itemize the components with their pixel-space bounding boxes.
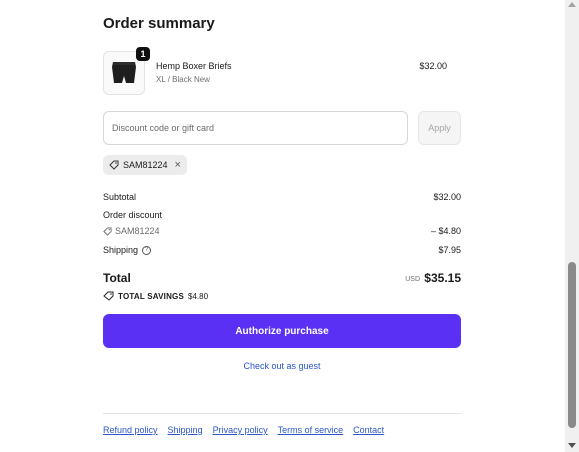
help-icon[interactable]: ? xyxy=(142,245,152,255)
vertical-scrollbar[interactable] xyxy=(565,0,579,452)
subtotal-value: $32.00 xyxy=(433,192,461,202)
contact-link[interactable]: Contact xyxy=(353,425,384,435)
order-summary-title: Order summary xyxy=(103,15,215,32)
privacy-policy-link[interactable]: Privacy policy xyxy=(213,425,268,435)
scroll-up-arrow-icon[interactable] xyxy=(568,2,576,7)
checkout-page: Order summary 1 Hemp Boxer Briefs XL / B… xyxy=(0,0,565,452)
discount-code-label: SAM81224 xyxy=(115,226,160,236)
scroll-down-arrow-icon[interactable] xyxy=(568,443,576,448)
order-discount-row: Order discount xyxy=(103,210,461,220)
apply-button[interactable]: Apply xyxy=(418,111,461,145)
tag-icon xyxy=(103,291,114,301)
product-variant: XL / Black New xyxy=(156,75,210,84)
total-value: $35.15 xyxy=(424,271,461,285)
shipping-link[interactable]: Shipping xyxy=(168,425,203,435)
shipping-value: $7.95 xyxy=(438,245,461,255)
total-savings-value: $4.80 xyxy=(188,291,209,301)
total-row: Total USD $35.15 xyxy=(103,271,461,289)
applied-discount-chip: SAM81224 × xyxy=(103,155,187,175)
applied-discount-code: SAM81224 xyxy=(123,160,168,170)
order-discount-label: Order discount xyxy=(103,210,163,220)
shipping-row: Shipping ? $7.95 xyxy=(103,245,461,255)
discount-value: – $4.80 xyxy=(430,226,461,236)
authorize-purchase-button[interactable]: Authorize purchase xyxy=(103,314,461,348)
footer-links: Refund policy Shipping Privacy policy Te… xyxy=(103,425,384,435)
check-out-as-guest-link[interactable]: Check out as guest xyxy=(103,361,461,371)
shipping-label: Shipping xyxy=(103,245,139,255)
subtotal-label: Subtotal xyxy=(103,192,137,202)
scrollbar-thumb[interactable] xyxy=(568,262,576,428)
tag-icon xyxy=(103,226,112,236)
product-price: $32.00 xyxy=(419,61,447,71)
quantity-badge: 1 xyxy=(136,47,150,61)
refund-policy-link[interactable]: Refund policy xyxy=(103,425,158,435)
discount-code-row: SAM81224 – $4.80 xyxy=(103,226,461,236)
total-savings: TOTAL SAVINGS $4.80 xyxy=(103,291,208,301)
subtotal-row: Subtotal $32.00 xyxy=(103,192,461,202)
tag-icon xyxy=(109,160,119,170)
total-savings-label: TOTAL SAVINGS xyxy=(118,291,185,301)
total-label: Total xyxy=(103,271,131,285)
product-name: Hemp Boxer Briefs xyxy=(156,61,232,71)
currency-code: USD xyxy=(405,276,420,283)
discount-code-input[interactable] xyxy=(103,111,408,145)
close-icon[interactable]: × xyxy=(175,159,181,171)
footer-divider xyxy=(103,413,461,414)
terms-of-service-link[interactable]: Terms of service xyxy=(278,425,344,435)
